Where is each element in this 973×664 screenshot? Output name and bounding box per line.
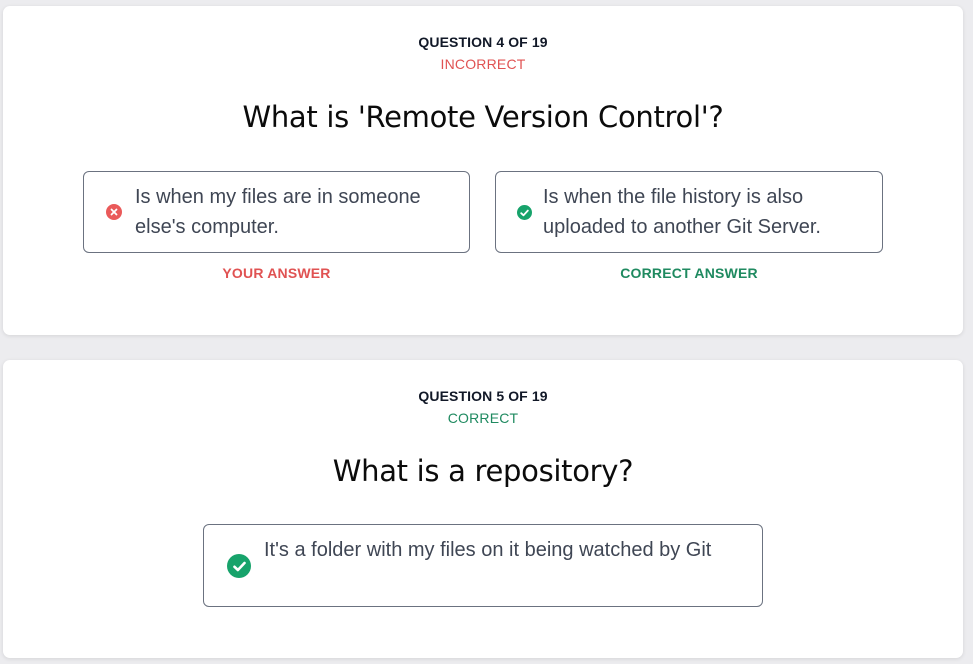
correct-answer-label: CORRECT ANSWER: [620, 265, 758, 281]
check-circle-icon: [227, 554, 251, 578]
question-card: QUESTION 4 OF 19 INCORRECT What is 'Remo…: [3, 6, 963, 335]
answer-text: Is when my files are in someone else's c…: [135, 186, 421, 238]
answer-option[interactable]: It's a folder with my files on it being …: [203, 524, 763, 607]
answer-text: It's a folder with my files on it being …: [264, 539, 712, 561]
x-circle-icon: [106, 204, 122, 220]
question-number: QUESTION 5 OF 19: [418, 388, 548, 404]
question-card: QUESTION 5 OF 19 CORRECT What is a repos…: [3, 360, 963, 658]
question-status: INCORRECT: [440, 56, 526, 72]
answer-option[interactable]: Is when my files are in someone else's c…: [83, 171, 470, 253]
question-title: What is a repository?: [332, 454, 634, 488]
answer-option[interactable]: Is when the file history is also uploade…: [495, 171, 883, 253]
question-number: QUESTION 4 OF 19: [418, 34, 548, 50]
question-status: CORRECT: [447, 410, 519, 426]
check-circle-icon: [517, 205, 532, 220]
answer-text: Is when the file history is also uploade…: [543, 186, 821, 238]
your-answer-label: YOUR ANSWER: [222, 265, 331, 281]
question-title: What is 'Remote Version Control'?: [242, 100, 724, 134]
